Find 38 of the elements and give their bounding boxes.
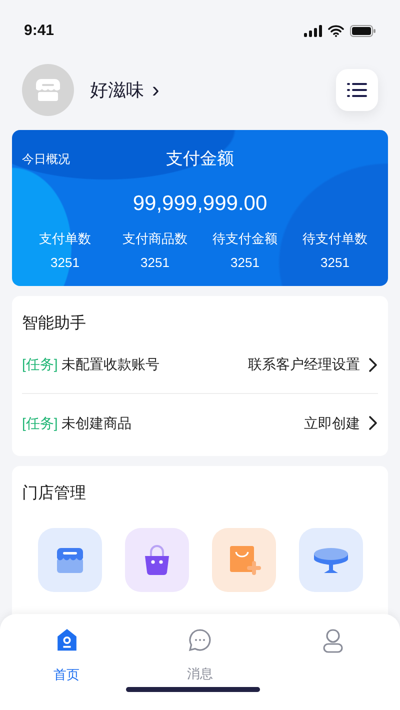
stat-label: 待支付单数 <box>302 230 368 248</box>
stat-label: 待支付金额 <box>212 230 278 248</box>
task-row[interactable]: [任务] 未配置收款账号 联系客户经理设置 <box>22 336 378 394</box>
tile-button[interactable] <box>212 528 276 592</box>
tab-item[interactable]: 首页 <box>0 628 134 684</box>
stat-value: 3251 <box>50 254 80 272</box>
task-row[interactable]: [任务] 未创建商品 立即创建 <box>22 394 378 452</box>
overview-title: 支付金额 <box>166 148 234 170</box>
tile-button[interactable] <box>38 528 102 592</box>
store-name-link[interactable]: 好滋味 › <box>90 76 160 104</box>
menu-button[interactable] <box>336 69 378 111</box>
stat-value: 3251 <box>230 254 260 272</box>
stat-value: 3251 <box>140 254 170 272</box>
tile-button[interactable] <box>124 528 188 592</box>
amount-value: 99,999,999.00 <box>132 190 268 216</box>
chevron-right-icon <box>368 415 378 431</box>
task-action: 立即创建 <box>304 414 360 432</box>
assistant-title: 智能助手 <box>22 314 87 334</box>
shopping-bag-icon <box>142 544 170 576</box>
wifi-icon <box>328 25 344 37</box>
task-text: [任务] 未配置收款账号 <box>22 355 160 374</box>
stat-label: 支付商品数 <box>122 230 188 248</box>
menu-icon <box>347 82 367 98</box>
home-icon <box>56 628 78 652</box>
chat-bubble-icon <box>188 628 212 652</box>
status-time: 9:41 <box>24 20 54 41</box>
tile-button[interactable] <box>298 528 362 592</box>
task-action: 联系客户经理设置 <box>248 355 360 374</box>
overview-label: 今日概况 <box>22 151 70 168</box>
person-icon <box>322 628 344 654</box>
chevron-right-icon <box>368 356 378 372</box>
battery-icon <box>350 25 376 37</box>
stat-value: 3251 <box>320 254 350 272</box>
task-text: [任务] 未创建商品 <box>22 414 132 433</box>
store-management-title: 门店管理 <box>22 484 87 504</box>
storefront-icon <box>35 78 61 102</box>
stat-label: 支付单数 <box>39 230 91 248</box>
signal-icon <box>304 25 322 37</box>
